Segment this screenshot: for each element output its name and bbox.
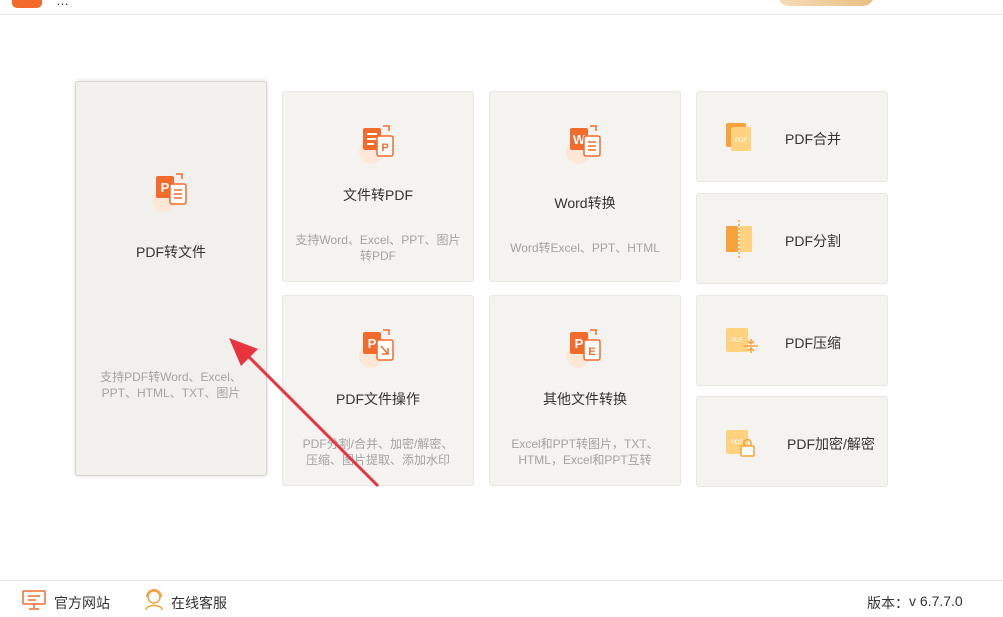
svg-text:E: E <box>588 346 595 358</box>
monitor-icon <box>22 590 46 610</box>
pdf-to-file-icon: P <box>152 173 187 212</box>
card-title: PDF压缩 <box>785 335 841 351</box>
svg-text:P: P <box>161 180 170 195</box>
pdf-split-icon <box>726 220 752 260</box>
vip-button[interactable] <box>778 0 874 6</box>
footer-bar: 官方网站 在线客服 版本： v 6.7.7.0 <box>0 580 1003 617</box>
card-desc-line2: PPT、HTML、TXT、图片 <box>101 386 241 400</box>
version-label: 版本： <box>867 595 909 611</box>
pdf-ops-icon: P <box>359 329 394 368</box>
other-convert-card[interactable]: P E 其他文件转换 Excel和PPT转图片，TXT、 HTML，Excel和… <box>489 295 681 486</box>
card-title: PDF加密/解密 <box>787 436 875 452</box>
svg-text:PDF: PDF <box>735 138 747 144</box>
card-title: PDF分割 <box>785 233 841 249</box>
pdf-to-file-card[interactable]: P PDF转文件 支持PDF转Word、Excel、 PPT、HTML、TXT、… <box>75 81 267 476</box>
card-desc-line1: 支持PDF转Word、Excel、 <box>100 370 242 384</box>
svg-text:P: P <box>368 336 377 351</box>
pdf-compress-icon: PDF <box>726 328 758 353</box>
card-title: PDF合并 <box>785 131 841 147</box>
svg-text:P: P <box>575 336 584 351</box>
card-title: Word转换 <box>554 195 616 211</box>
card-desc-line1: 支持Word、Excel、PPT、图片 <box>295 233 461 247</box>
pdf-encrypt-card[interactable]: PDF PDF加密/解密 <box>696 396 888 487</box>
card-desc-line2: 压缩、图片提取、添加水印 <box>305 453 450 467</box>
app-logo-icon <box>12 0 42 8</box>
card-title: 文件转PDF <box>343 187 413 203</box>
svg-text:PDF: PDF <box>731 440 743 446</box>
title-bar: … <box>0 0 1003 15</box>
word-convert-icon: W <box>566 125 601 164</box>
file-to-pdf-card[interactable]: P 文件转PDF 支持Word、Excel、PPT、图片 转PDF <box>282 91 474 282</box>
card-desc-line2: HTML，Excel和PPT互转 <box>518 453 652 467</box>
official-website-label: 官方网站 <box>54 595 110 611</box>
svg-text:PDF: PDF <box>731 338 743 344</box>
pdf-lock-icon: PDF <box>726 430 755 457</box>
app-title: … <box>56 0 69 8</box>
card-title: PDF文件操作 <box>336 391 420 407</box>
card-desc-line1: PDF分割/合并、加密/解密、 <box>302 437 454 451</box>
card-title: 其他文件转换 <box>543 391 627 407</box>
card-title: PDF转文件 <box>136 244 206 260</box>
pdf-ops-card[interactable]: P PDF文件操作 PDF分割/合并、加密/解密、 压缩、图片提取、添加水印 <box>282 295 474 486</box>
pdf-merge-card[interactable]: PDF PDF合并 <box>696 91 888 182</box>
file-to-pdf-icon: P <box>359 125 394 164</box>
online-support-link[interactable]: 在线客服 <box>144 581 244 617</box>
online-support-label: 在线客服 <box>171 595 227 611</box>
card-desc-line2: 转PDF <box>359 249 396 263</box>
word-convert-card[interactable]: W Word转换 Word转Excel、PPT、HTML <box>489 91 681 282</box>
version-value: v 6.7.7.0 <box>909 593 963 609</box>
pdf-split-card[interactable]: PDF分割 <box>696 193 888 284</box>
pdf-compress-card[interactable]: PDF PDF压缩 <box>696 295 888 386</box>
card-desc-line1: Excel和PPT转图片，TXT、 <box>511 437 659 451</box>
pdf-merge-icon: PDF <box>726 123 751 151</box>
svg-text:P: P <box>381 142 388 154</box>
customer-service-icon <box>145 589 163 611</box>
card-desc-line1: Word转Excel、PPT、HTML <box>510 241 660 255</box>
official-website-link[interactable]: 官方网站 <box>22 581 122 617</box>
other-convert-icon: P E <box>566 329 601 368</box>
